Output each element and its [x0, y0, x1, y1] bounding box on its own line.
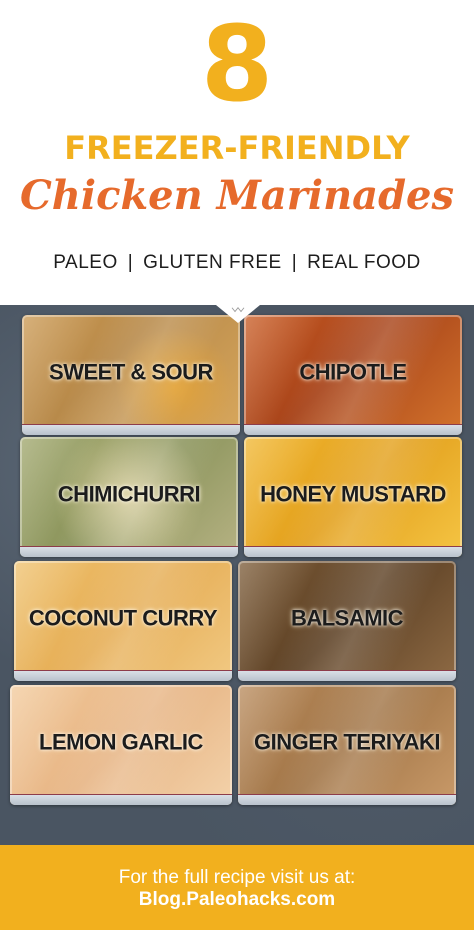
headline-title: Chicken Marinades: [19, 172, 455, 219]
bag-sweet-and-sour: SWEET & SOUR: [22, 315, 240, 435]
bag-label: COCONUT CURRY: [28, 605, 218, 631]
tag-real-food: REAL FOOD: [307, 252, 421, 273]
marinade-bags-photo: SWEET & SOUR CHIPOTLE CHIMICHURRI HONEY …: [0, 305, 474, 845]
bag-label: HONEY MUSTARD: [260, 481, 446, 507]
bag-label: GINGER TERIYAKI: [253, 729, 441, 755]
bag-balsamic: BALSAMIC: [238, 561, 456, 681]
bag-chipotle: CHIPOTLE: [244, 315, 462, 435]
bag-label: CHIPOTLE: [299, 359, 407, 385]
zip-seal: [22, 424, 240, 435]
footer-cta-text: For the full recipe visit us at:: [118, 867, 356, 888]
footer-banner[interactable]: For the full recipe visit us at: Blog.Pa…: [0, 845, 474, 930]
tag-separator: |: [127, 252, 134, 273]
bag-coconut-curry: COCONUT CURRY: [14, 561, 232, 681]
tag-gluten-free: GLUTEN FREE: [143, 252, 282, 273]
headline-number: 8: [200, 3, 274, 125]
header: 8 FREEZER-FRIENDLY Chicken Marinades PAL…: [0, 0, 474, 305]
logo-mark-icon: [231, 307, 245, 313]
bag-label: LEMON GARLIC: [39, 729, 203, 755]
bag-label: SWEET & SOUR: [49, 359, 213, 385]
zip-seal: [238, 670, 456, 681]
footer-site-link[interactable]: Blog.Paleohacks.com: [0, 888, 474, 912]
zip-seal: [244, 546, 462, 557]
bag-ginger-teriyaki: GINGER TERIYAKI: [238, 685, 456, 805]
zip-seal: [10, 794, 232, 805]
bag-label: CHIMICHURRI: [57, 481, 201, 507]
bag-chimichurri: CHIMICHURRI: [20, 437, 238, 557]
tag-line: PALEO | GLUTEN FREE | REAL FOOD: [0, 250, 474, 276]
bag-label: BALSAMIC: [290, 605, 404, 631]
zip-seal: [244, 424, 462, 435]
zip-seal: [20, 546, 238, 557]
bag-honey-mustard: HONEY MUSTARD: [244, 437, 462, 557]
zip-seal: [14, 670, 232, 681]
bag-lemon-garlic: LEMON GARLIC: [10, 685, 232, 805]
tag-separator: |: [291, 252, 298, 273]
headline-subtitle: FREEZER-FRIENDLY: [64, 129, 410, 167]
tag-paleo: PALEO: [53, 252, 118, 273]
zip-seal: [238, 794, 456, 805]
